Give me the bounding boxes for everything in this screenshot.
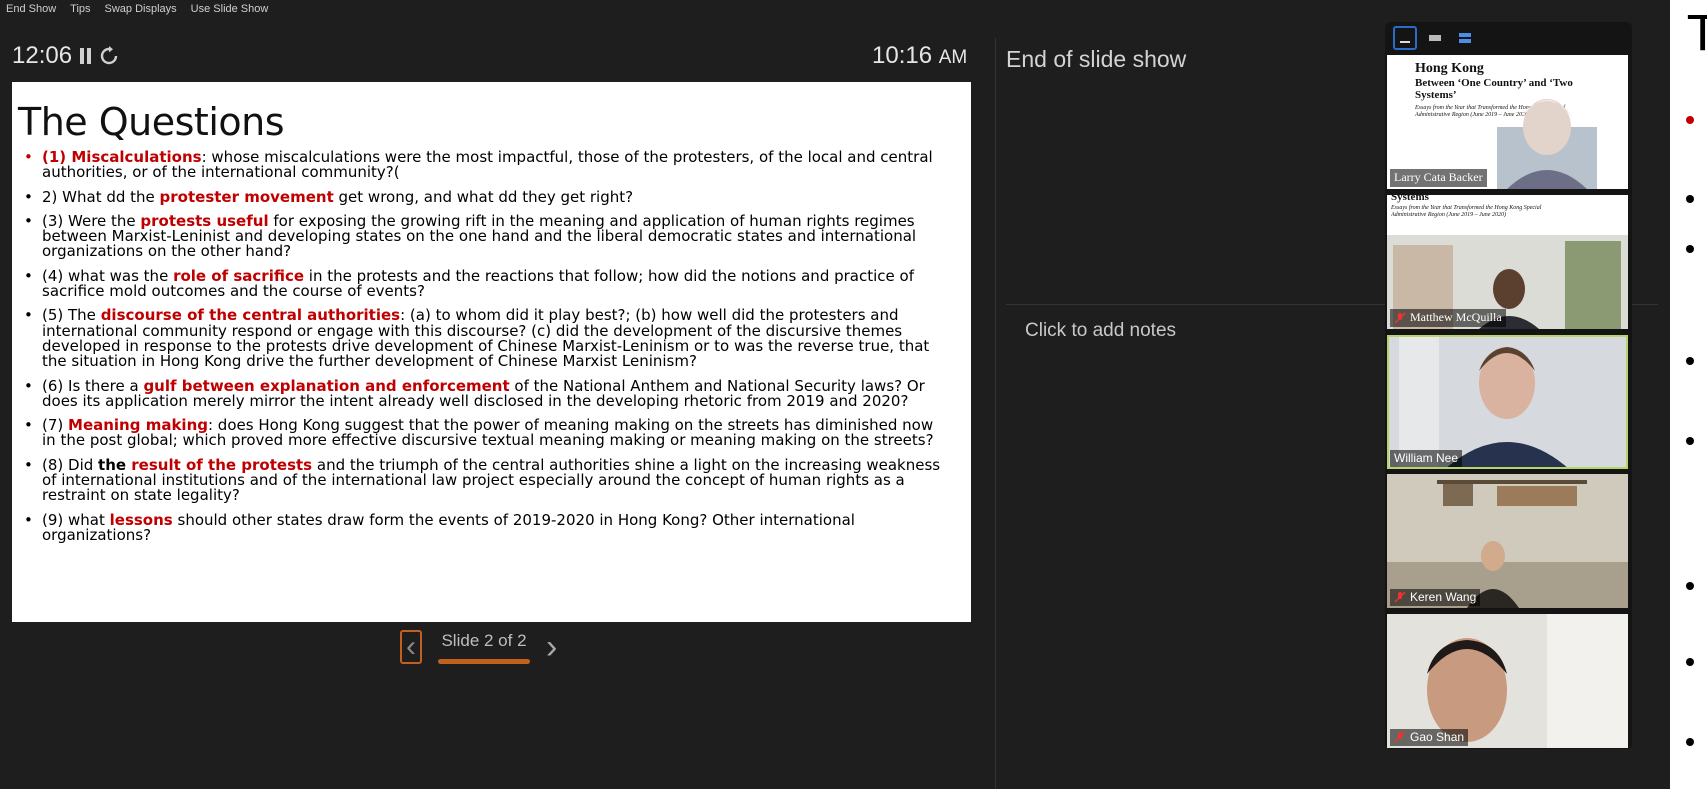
participant-name: Larry Cata Backer (1394, 170, 1483, 184)
participant-photo (1387, 335, 1628, 469)
participant-photo (1387, 474, 1628, 608)
swap-displays-button[interactable]: Swap Displays (105, 3, 177, 15)
participant-photo (1497, 99, 1597, 189)
timer-value: 12:06 (12, 42, 73, 69)
minimize-icon (1400, 41, 1410, 43)
single-speaker-icon (1429, 35, 1441, 41)
book-title: Hong Kong (1415, 61, 1484, 76)
slide-bullet-list: (1) Miscalculations: whose miscalculatio… (18, 149, 951, 544)
slide-counter: Slide 2 of 2 (441, 630, 527, 650)
video-tile[interactable]: Hong Kong Between ‘One Country’ and ‘Two… (1387, 55, 1628, 189)
menu-bar: End Show Tips Swap Displays Use Slide Sh… (0, 0, 268, 18)
previous-slide-button[interactable]: ‹ (400, 630, 422, 664)
video-tile[interactable]: Keren Wang (1387, 474, 1628, 608)
participant-photo (1387, 614, 1628, 748)
bullet-dot (1686, 437, 1694, 445)
book-tagline: Essays from the Year that Transformed th… (1391, 205, 1542, 218)
video-gallery: Hong Kong Between ‘One Country’ and ‘Two… (1385, 22, 1632, 749)
partial-glyph: T (1688, 6, 1707, 62)
next-slide-preview: End of slide show (1006, 46, 1187, 72)
notes-area[interactable]: Click to add notes (1025, 320, 1176, 342)
microphone-muted-icon (1394, 731, 1406, 743)
slide-navigation: ‹ Slide 2 of 2 › (400, 630, 557, 664)
participant-name: Keren Wang (1410, 590, 1477, 604)
minimize-view-button[interactable] (1393, 26, 1417, 50)
gallery-view-button[interactable] (1453, 26, 1477, 50)
participant-name: Gao Shan (1410, 730, 1465, 744)
participant-name-tag: Larry Cata Backer (1390, 169, 1487, 187)
clock-time: 10:16 (872, 42, 933, 69)
clock-ampm: AM (938, 47, 968, 68)
slide-bullet-item: (6) Is there a gulf between explanation … (24, 378, 951, 410)
tips-button[interactable]: Tips (70, 3, 90, 15)
bullet-text: 2) What dd the (42, 187, 160, 206)
bullet-dot (1686, 658, 1694, 666)
bullet-dot (1686, 195, 1694, 203)
slide-bullet-item: (1) Miscalculations: whose miscalculatio… (24, 149, 951, 181)
microphone-muted-icon (1394, 591, 1406, 603)
highlighted-phrase: protester movement (159, 187, 334, 206)
single-view-button[interactable] (1423, 26, 1447, 50)
chevron-left-icon: ‹ (406, 630, 416, 663)
slide-bullet-item: (8) Did the result of the protests and t… (24, 457, 951, 504)
current-time: 10:16 AM (872, 42, 967, 70)
bullet-dot (1686, 582, 1694, 590)
participant-name-tag: Keren Wang (1390, 589, 1481, 606)
pause-icon[interactable] (80, 47, 92, 65)
gallery-icon (1459, 33, 1471, 43)
participant-name: William Nee (1394, 451, 1459, 465)
next-slide-button[interactable]: › (546, 630, 557, 664)
slide-bullet-item: (7) Meaning making: does Hong Kong sugge… (24, 417, 951, 449)
end-show-button[interactable]: End Show (6, 3, 56, 15)
gallery-view-controls (1393, 26, 1477, 50)
bullet-dot (1686, 245, 1694, 253)
slide-title: The Questions (18, 100, 285, 144)
bullet-dot (1686, 116, 1694, 124)
bullet-text: get wrong, and what dd they get right? (333, 187, 634, 206)
current-slide[interactable]: The Questions (1) Miscalculations: whose… (12, 82, 971, 622)
secondary-display-edge: T (1670, 0, 1707, 789)
bullet-dot (1686, 357, 1694, 365)
slide-bullet-item: (5) The discourse of the central authori… (24, 308, 951, 369)
microphone-muted-icon (1394, 311, 1406, 324)
slide-progress-bar (438, 658, 530, 664)
slide-bullet-item: (9) what lessons should other states dra… (24, 512, 951, 544)
slide-bullet-item: 2) What dd the protester movement get wr… (24, 187, 951, 206)
slide-bullet-item: (3) Were the protests useful for exposin… (24, 213, 951, 260)
slide-bullet-item: (4) what was the role of sacrifice in th… (24, 268, 951, 300)
reset-timer-icon[interactable] (99, 46, 119, 66)
participant-name: Matthew McQuilla (1410, 310, 1502, 324)
video-tile-active-speaker[interactable]: William Nee (1387, 335, 1628, 469)
presentation-timer: 12:06 (12, 42, 119, 70)
book-title-fragment: Systems (1391, 195, 1429, 203)
bullet-dot (1686, 738, 1694, 746)
participant-name-tag: William Nee (1390, 450, 1463, 467)
video-tile[interactable]: Gao Shan (1387, 614, 1628, 748)
video-tile[interactable]: Systems Essays from the Year that Transf… (1387, 195, 1628, 329)
slide-position: Slide 2 of 2 (438, 631, 530, 664)
use-slide-show-button[interactable]: Use Slide Show (191, 3, 269, 15)
participant-name-tag: Matthew McQuilla (1390, 309, 1506, 327)
participant-name-tag: Gao Shan (1390, 729, 1469, 746)
panel-divider (995, 38, 996, 789)
